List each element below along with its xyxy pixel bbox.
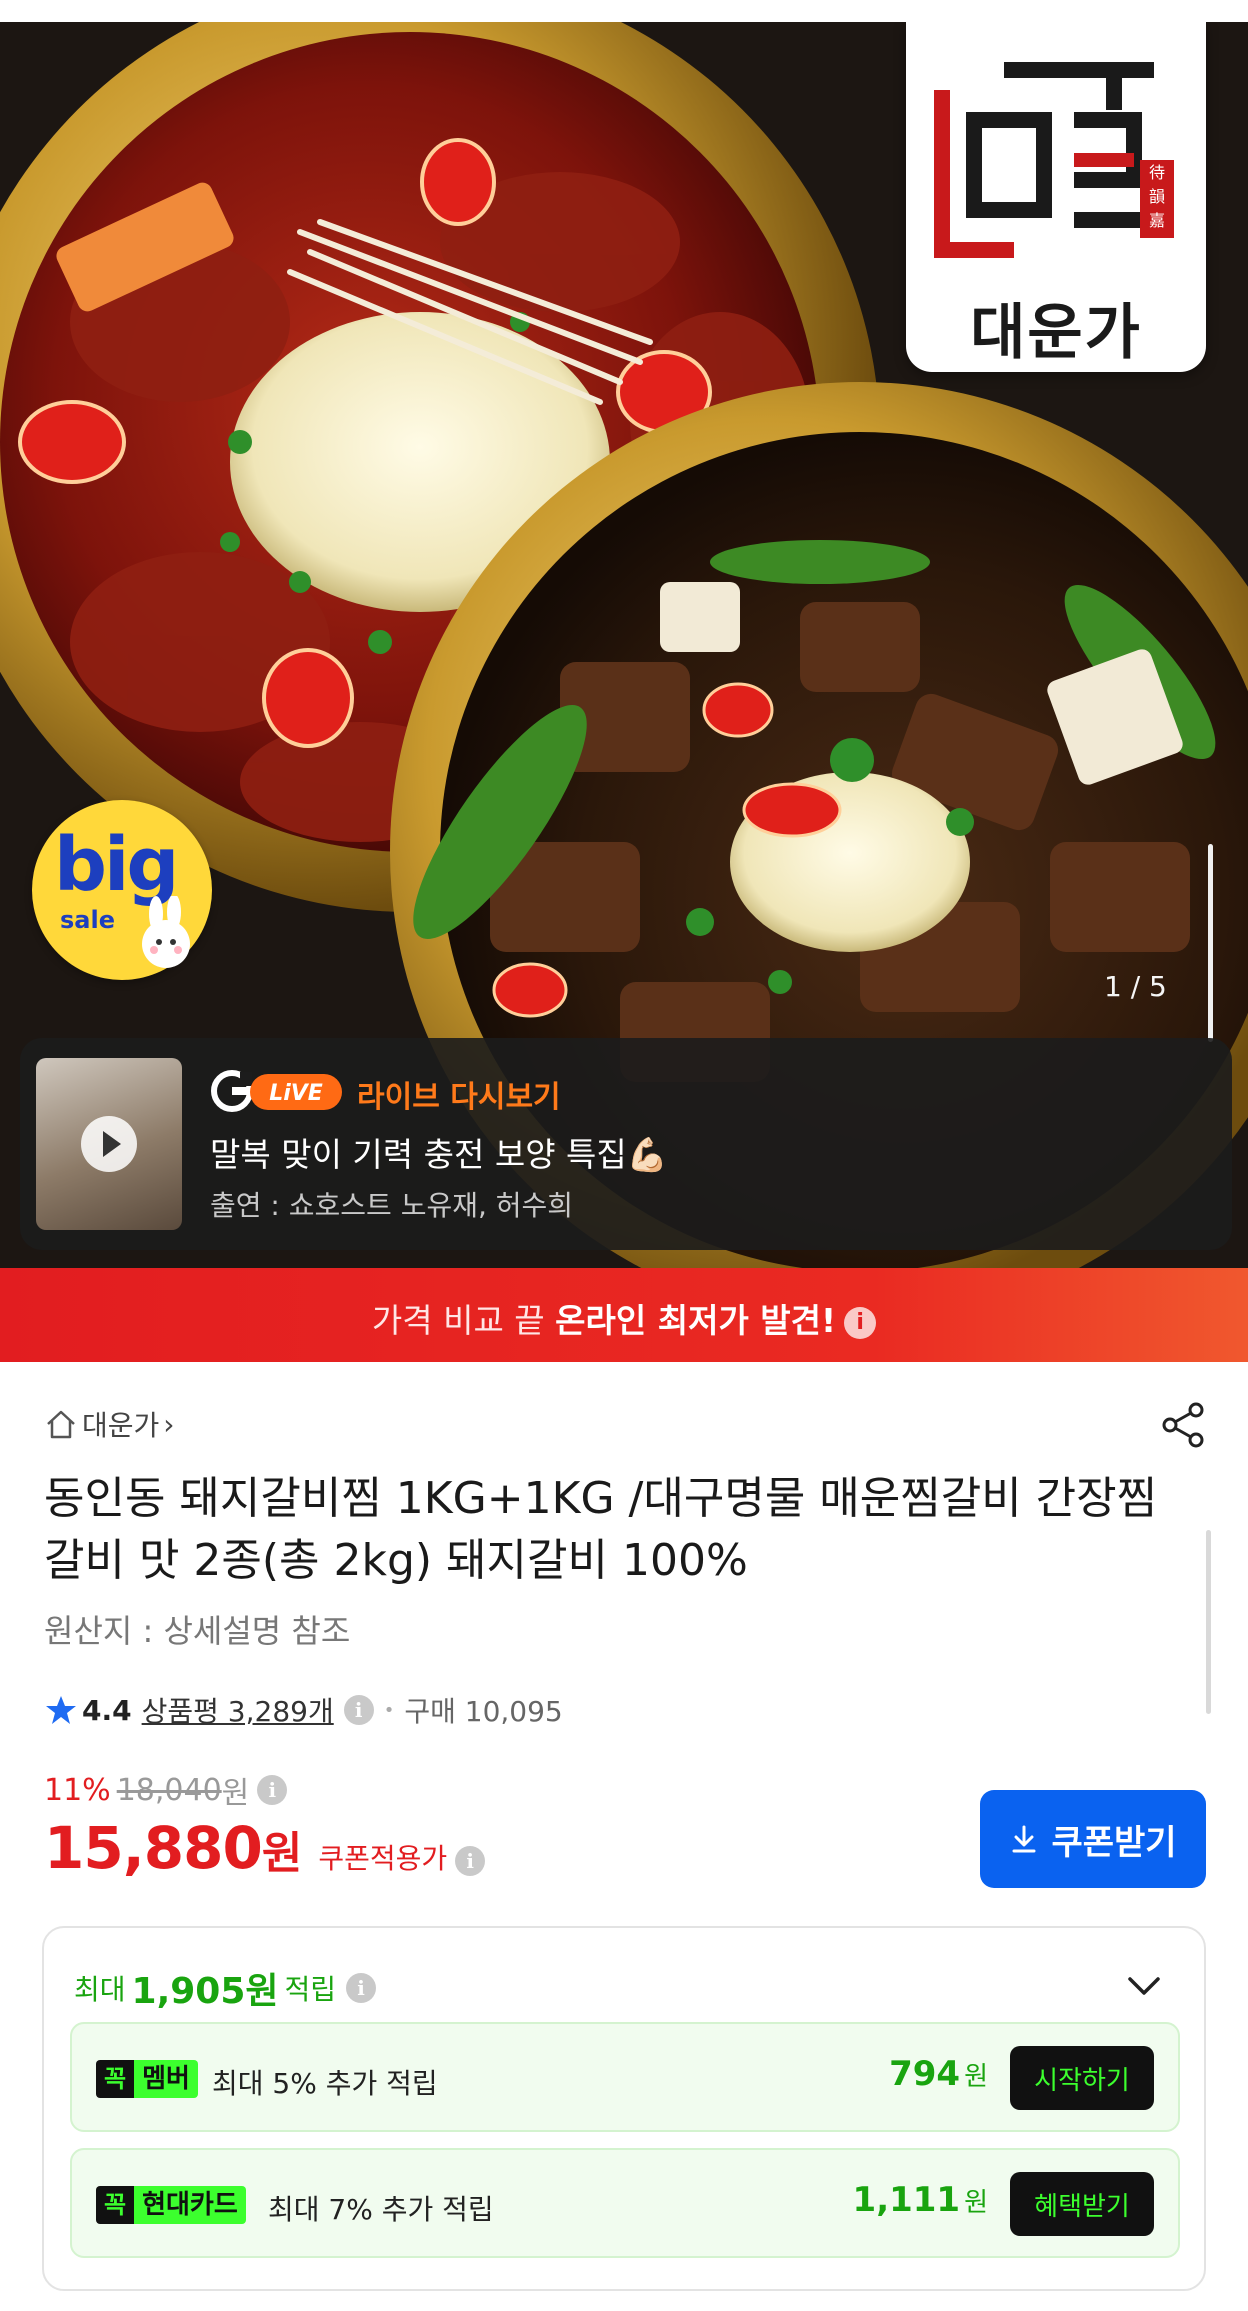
- page-scrollbar[interactable]: [1206, 1530, 1211, 1714]
- points-amount: 1,905원: [131, 1971, 279, 2012]
- original-price-unit: 원: [221, 1776, 250, 1811]
- points-box: 최대 1,905원 적립 i 꼭 멤버 최대 5% 추가 적립 794 원 시작하…: [42, 1926, 1206, 2291]
- reward-desc: 최대 5% 추가 적립: [212, 2067, 438, 2100]
- carousel-page-indicator: 1 / 5: [1104, 970, 1167, 1003]
- star-icon: [46, 1696, 76, 1724]
- start-member-button[interactable]: 시작하기: [1010, 2046, 1154, 2110]
- price-row: 15,880 원 쿠폰적용가 i: [44, 1814, 486, 1884]
- final-price-unit: 원: [261, 1828, 303, 1879]
- svg-text:韻: 韻: [1149, 187, 1165, 206]
- points-header[interactable]: 최대 1,905원 적립 i: [74, 1962, 377, 2014]
- live-replay-bar[interactable]: LiVE 라이브 다시보기 말복 맞이 기력 충전 보양 특집💪🏻 출연 : 쇼…: [20, 1038, 1232, 1250]
- live-cast: 출연 : 쇼호스트 노유재, 허수희: [210, 1189, 574, 1222]
- live-replay-title: 라이브 다시보기: [357, 1080, 561, 1115]
- reward-tag-k: 꼭: [96, 2060, 135, 2098]
- product-image-carousel[interactable]: 待 韻 嘉 대운가 big sale 1 / 5 LiVE 라이브 다시보기 말…: [0, 22, 1248, 1268]
- lowest-price-banner[interactable]: 가격 비교 끝 온라인 최저가 발견! i: [0, 1268, 1248, 1362]
- discount-row: 11% 18,040 원 i: [44, 1770, 288, 1811]
- lowest-price-bold: 온라인 최저가 발견!: [555, 1301, 837, 1340]
- discount-percent: 11%: [44, 1772, 111, 1808]
- breadcrumb[interactable]: 대운가 ›: [44, 1404, 174, 1444]
- carousel-scrollbar: [1208, 844, 1213, 1042]
- separator-dot: •: [383, 1699, 395, 1721]
- info-icon[interactable]: i: [844, 1306, 877, 1339]
- svg-text:嘉: 嘉: [1149, 211, 1165, 230]
- final-price: 15,880: [44, 1814, 263, 1882]
- coupon-price-label: 쿠폰적용가: [318, 1842, 448, 1875]
- reward-member: 꼭 멤버 최대 5% 추가 적립 794 원 시작하기: [70, 2022, 1180, 2132]
- purchase-count: 구매 10,095: [404, 1695, 563, 1728]
- points-prefix: 최대: [74, 1973, 126, 2006]
- info-icon[interactable]: i: [343, 1695, 374, 1725]
- product-origin: 원산지 : 상세설명 참조: [44, 1612, 351, 1650]
- reward-value-number: 794: [889, 2054, 961, 2094]
- info-icon[interactable]: i: [346, 1973, 377, 2003]
- big-sale-badge: big sale: [32, 800, 212, 980]
- svg-text:待: 待: [1149, 163, 1165, 182]
- live-headline: 말복 맞이 기력 충전 보양 특집💪🏻: [210, 1135, 668, 1174]
- reward-desc: 최대 7% 추가 적립: [268, 2193, 494, 2226]
- brand-logo-text: 대운가: [970, 298, 1142, 368]
- home-icon: [47, 1410, 75, 1439]
- brand-logo: 待 韻 嘉 대운가: [906, 22, 1206, 372]
- reward-value-unit: 원: [964, 2188, 988, 2218]
- reward-value-unit: 원: [964, 2062, 988, 2092]
- rating-row: 4.4 상품평 3,289개 i • 구매 10,095: [44, 1688, 563, 1732]
- reward-tag-name: 멤버: [134, 2060, 198, 2098]
- share-icon[interactable]: [1158, 1400, 1208, 1450]
- get-benefit-button[interactable]: 혜택받기: [1010, 2172, 1154, 2236]
- chevron-down-icon[interactable]: [1122, 1964, 1166, 2008]
- svg-text:LiVE: LiVE: [269, 1081, 323, 1106]
- breadcrumb-brand[interactable]: 대운가: [82, 1404, 159, 1444]
- reward-tag: 꼭 현대카드: [96, 2186, 246, 2224]
- get-coupon-label: 쿠폰받기: [1051, 1823, 1177, 1862]
- get-coupon-button[interactable]: 쿠폰받기: [980, 1790, 1206, 1888]
- reward-tag: 꼭 멤버: [96, 2060, 198, 2098]
- info-icon[interactable]: i: [257, 1775, 288, 1805]
- lowest-price-text: 가격 비교 끝 온라인 최저가 발견! i: [0, 1294, 1248, 1342]
- rating-score: 4.4: [82, 1693, 132, 1727]
- live-thumbnail[interactable]: [36, 1058, 182, 1230]
- reward-tag-k: 꼭: [96, 2186, 135, 2224]
- big-sale-sale-text: sale: [60, 906, 115, 934]
- lowest-price-prefix: 가격 비교 끝: [371, 1301, 556, 1340]
- play-icon[interactable]: [81, 1116, 137, 1172]
- points-suffix: 적립: [284, 1973, 337, 2006]
- reward-value: 794 원: [889, 2054, 988, 2094]
- brand-logo-mark: 待 韻 嘉: [934, 62, 1174, 258]
- product-title: 동인동 돼지갈비찜 1KG+1KG /대구명물 매운찜갈비 간장찜갈비 맛 2종…: [44, 1473, 1158, 1586]
- original-price: 18,040: [116, 1772, 222, 1808]
- reward-tag-name: 현대카드: [134, 2186, 246, 2224]
- reviews-link[interactable]: 상품평 3,289개: [142, 1690, 334, 1730]
- reward-value: 1,111 원: [853, 2180, 988, 2220]
- info-icon[interactable]: i: [455, 1846, 486, 1876]
- g-live-logo: LiVE: [211, 1070, 342, 1112]
- download-icon: [1012, 1825, 1036, 1853]
- chevron-right-icon: ›: [163, 1407, 175, 1441]
- reward-value-number: 1,111: [852, 2180, 961, 2220]
- reward-hyundai-card: 꼭 현대카드 최대 7% 추가 적립 1,111 원 혜택받기: [70, 2148, 1180, 2258]
- bunny-icon: [142, 896, 190, 968]
